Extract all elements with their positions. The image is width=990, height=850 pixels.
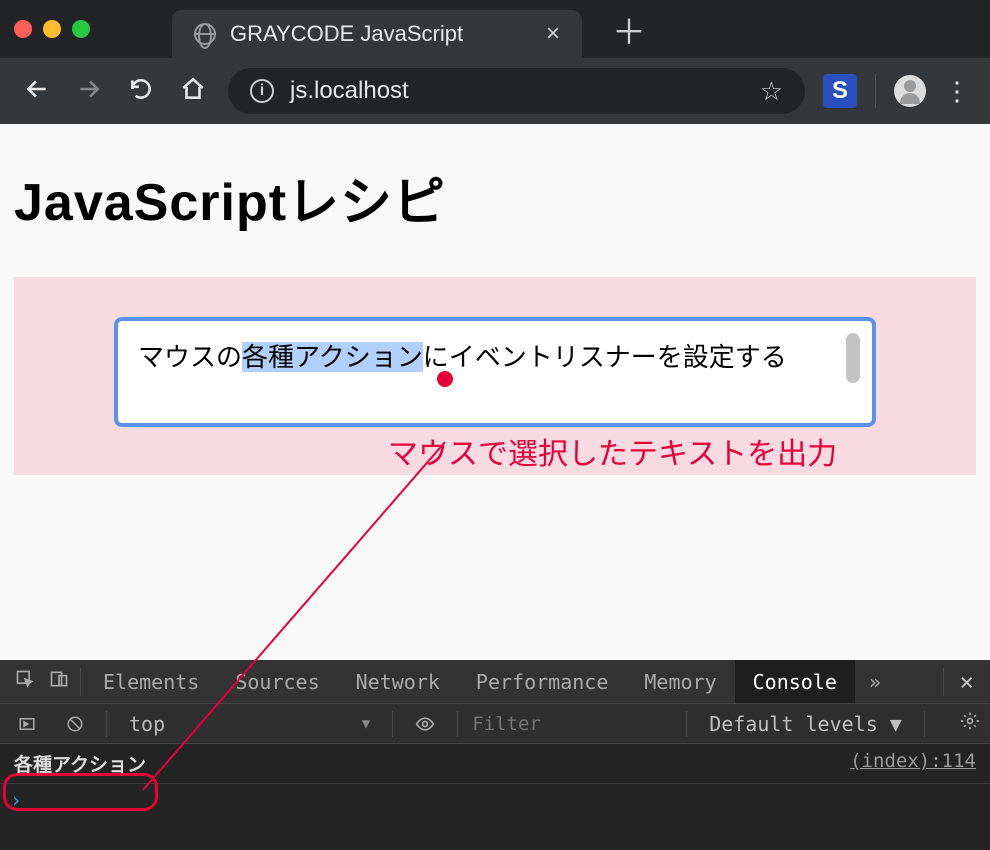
tab-elements[interactable]: Elements: [85, 660, 217, 703]
browser-menu-button[interactable]: ⋮: [944, 86, 970, 96]
tab-performance[interactable]: Performance: [458, 660, 626, 703]
textarea-text-pre: マウスの: [138, 342, 242, 372]
tab-bar: GRAYCODE JavaScript × ＋: [0, 0, 990, 58]
divider: [686, 711, 687, 737]
back-button[interactable]: [20, 76, 54, 107]
devtools-panel: Elements Sources Network Performance Mem…: [0, 660, 990, 850]
inspect-icon[interactable]: [8, 669, 42, 694]
chevron-down-icon: ▼: [362, 716, 370, 732]
toolbar-divider: [875, 74, 876, 108]
bookmark-star-icon[interactable]: ☆: [760, 76, 783, 107]
annotation-label: マウスで選択したテキストを出力: [388, 429, 837, 473]
home-button[interactable]: [176, 76, 210, 107]
window-minimize-button[interactable]: [43, 20, 61, 38]
globe-icon: [194, 23, 216, 45]
divider: [457, 711, 458, 737]
textarea-selected-text: 各種アクション: [242, 342, 423, 372]
window-zoom-button[interactable]: [72, 20, 90, 38]
log-source-link[interactable]: (index):114: [850, 750, 976, 777]
window-traffic-lights: [14, 20, 90, 38]
log-level-selector[interactable]: Default levels ▼: [701, 712, 910, 736]
site-info-icon[interactable]: i: [250, 79, 274, 103]
reload-button[interactable]: [124, 76, 158, 107]
filter-input[interactable]: [472, 713, 672, 735]
window-close-button[interactable]: [14, 20, 32, 38]
tab-memory[interactable]: Memory: [626, 660, 734, 703]
divider: [106, 711, 107, 737]
console-sidebar-toggle-icon[interactable]: [10, 715, 44, 733]
device-toggle-icon[interactable]: [42, 669, 76, 694]
textarea-text-post: にイベントリスナーを設定する: [423, 342, 787, 372]
tab-title: GRAYCODE JavaScript: [230, 21, 532, 47]
context-selector[interactable]: top ▼: [121, 712, 378, 736]
devtools-tabbar: Elements Sources Network Performance Mem…: [0, 660, 990, 704]
tabs-overflow-button[interactable]: »: [855, 660, 895, 703]
page-heading: JavaScriptレシピ: [14, 160, 976, 235]
tab-console[interactable]: Console: [735, 660, 855, 703]
clear-console-icon[interactable]: [58, 715, 92, 733]
extension-badge[interactable]: S: [823, 74, 857, 108]
console-settings-icon[interactable]: [960, 711, 980, 737]
annotation-highlight-box: [3, 773, 158, 811]
annotation-dot-icon: [437, 371, 453, 387]
page-content: JavaScriptレシピ マウスの各種アクションにイベントリスナーを設定する …: [0, 124, 990, 475]
divider: [80, 668, 81, 696]
url-text: js.localhost: [290, 77, 409, 105]
tab-sources[interactable]: Sources: [217, 660, 337, 703]
close-tab-button[interactable]: ×: [546, 20, 560, 48]
browser-chrome: GRAYCODE JavaScript × ＋ i js.localhost ☆…: [0, 0, 990, 124]
eye-icon[interactable]: [407, 714, 443, 734]
divider: [924, 711, 925, 737]
demo-box: マウスの各種アクションにイベントリスナーを設定する マウスで選択したテキストを出…: [14, 277, 976, 475]
tab-network[interactable]: Network: [338, 660, 458, 703]
browser-toolbar: i js.localhost ☆ S ⋮: [0, 58, 990, 124]
new-tab-button[interactable]: ＋: [594, 5, 664, 54]
forward-button[interactable]: [72, 76, 106, 107]
browser-tab[interactable]: GRAYCODE JavaScript ×: [172, 10, 582, 58]
textarea-scrollbar[interactable]: [846, 333, 860, 383]
divider: [392, 711, 393, 737]
address-bar[interactable]: i js.localhost ☆: [228, 68, 805, 114]
profile-avatar-button[interactable]: [894, 75, 926, 107]
console-filter-bar: top ▼ Default levels ▼: [0, 704, 990, 744]
demo-textarea[interactable]: マウスの各種アクションにイベントリスナーを設定する: [114, 317, 876, 427]
devtools-close-button[interactable]: ×: [944, 668, 990, 696]
